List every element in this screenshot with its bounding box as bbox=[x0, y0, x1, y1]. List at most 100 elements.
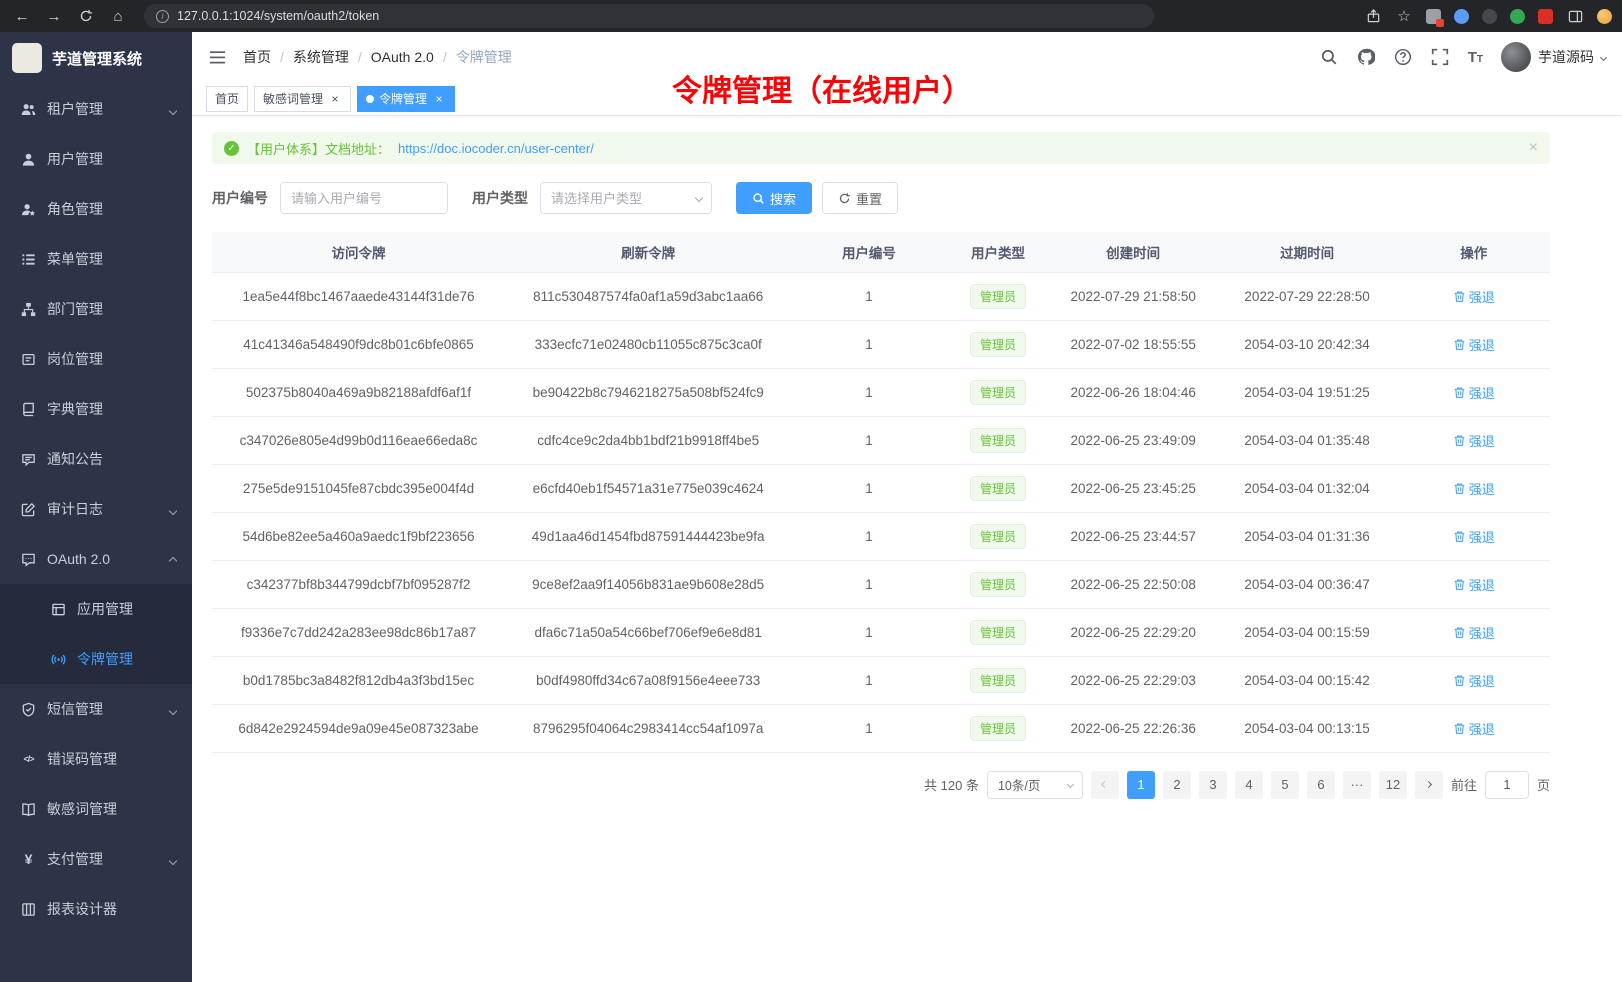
page-size-select[interactable]: 10条/页 bbox=[987, 771, 1083, 799]
reload-button[interactable] bbox=[74, 4, 98, 28]
action-cell: 强退 bbox=[1397, 464, 1550, 512]
breadcrumb-item[interactable]: 系统管理 bbox=[293, 47, 349, 67]
force-logout-button[interactable]: 强退 bbox=[1453, 719, 1495, 738]
doc-alert: ✓ 【用户体系】文档地址： https://doc.iocoder.cn/use… bbox=[212, 132, 1550, 164]
sidebar-item-role[interactable]: 角色管理 bbox=[0, 184, 192, 234]
sidebar-item-menu[interactable]: 菜单管理 bbox=[0, 234, 192, 284]
sidebar-item-dictionary[interactable]: 字典管理 bbox=[0, 384, 192, 434]
sidebar-item-report-designer[interactable]: 报表设计器 bbox=[0, 884, 192, 934]
extension-icon[interactable] bbox=[1454, 9, 1469, 24]
user-id-input[interactable] bbox=[280, 182, 448, 214]
breadcrumb-item[interactable]: 首页 bbox=[243, 47, 271, 67]
question-circle-icon bbox=[1394, 48, 1412, 66]
address-bar[interactable]: i 127.0.0.1:1024/system/oauth2/token bbox=[144, 4, 1154, 28]
prev-page-button[interactable] bbox=[1091, 771, 1119, 799]
access-token-cell: 1ea5e44f8bc1467aaede43144f31de76 bbox=[212, 272, 505, 320]
alert-close-icon[interactable]: × bbox=[1529, 139, 1538, 157]
action-cell: 强退 bbox=[1397, 704, 1550, 752]
org-tree-icon bbox=[20, 301, 37, 318]
force-logout-button[interactable]: 强退 bbox=[1453, 671, 1495, 690]
sidebar-item-payment[interactable]: ¥ 支付管理 bbox=[0, 834, 192, 884]
page-button[interactable]: 5 bbox=[1271, 771, 1299, 799]
share-button[interactable] bbox=[1364, 7, 1382, 25]
sidebar-item-post[interactable]: 岗位管理 bbox=[0, 334, 192, 384]
sidebar-item-label: 审计日志 bbox=[47, 499, 103, 519]
action-cell: 强退 bbox=[1397, 608, 1550, 656]
fullscreen-button[interactable] bbox=[1431, 48, 1450, 67]
sidebar-item-token[interactable]: 令牌管理 bbox=[0, 634, 192, 684]
extension-icon[interactable] bbox=[1510, 9, 1525, 24]
user-type-cell: 管理员 bbox=[947, 272, 1050, 320]
sidebar-item-notice[interactable]: 通知公告 bbox=[0, 434, 192, 484]
force-logout-button[interactable]: 强退 bbox=[1453, 383, 1495, 402]
sidebar-item-oauth[interactable]: OAuth 2.0 bbox=[0, 534, 192, 584]
breadcrumb-item[interactable]: OAuth 2.0 bbox=[371, 49, 434, 65]
sidebar-item-label: 错误码管理 bbox=[47, 749, 117, 769]
search-button[interactable]: 搜索 bbox=[736, 182, 812, 214]
tab-token[interactable]: 令牌管理 × bbox=[357, 86, 455, 112]
force-logout-button[interactable]: 强退 bbox=[1453, 335, 1495, 354]
doc-link[interactable]: https://doc.iocoder.cn/user-center/ bbox=[398, 141, 594, 156]
user-dropdown[interactable]: 芋道源码 bbox=[1501, 42, 1606, 72]
sidebar-item-error-code[interactable]: </> 错误码管理 bbox=[0, 734, 192, 784]
page-button[interactable]: 1 bbox=[1127, 771, 1155, 799]
reset-button[interactable]: 重置 bbox=[822, 182, 898, 214]
sidebar-item-label: 部门管理 bbox=[47, 299, 103, 319]
page-button[interactable]: 2 bbox=[1163, 771, 1191, 799]
avatar bbox=[1501, 42, 1531, 72]
chevron-down-icon bbox=[170, 851, 176, 867]
page-button[interactable]: 3 bbox=[1199, 771, 1227, 799]
github-button[interactable] bbox=[1357, 48, 1376, 67]
force-logout-button[interactable]: 强退 bbox=[1453, 527, 1495, 546]
total-count: 共 120 条 bbox=[924, 775, 979, 794]
tab-home[interactable]: 首页 bbox=[206, 86, 248, 112]
page-button[interactable]: 12 bbox=[1379, 771, 1407, 799]
site-info-icon[interactable]: i bbox=[156, 10, 169, 23]
side-panel-button[interactable] bbox=[1566, 7, 1584, 25]
sidebar-item-sms[interactable]: 短信管理 bbox=[0, 684, 192, 734]
close-icon[interactable]: × bbox=[328, 92, 342, 106]
share-icon bbox=[1366, 9, 1381, 24]
tab-label: 敏感词管理 bbox=[263, 90, 323, 107]
font-size-button[interactable]: TT bbox=[1468, 49, 1483, 66]
help-button[interactable] bbox=[1394, 48, 1413, 67]
user-type-select-input[interactable] bbox=[540, 182, 712, 214]
forward-button[interactable]: → bbox=[42, 4, 66, 28]
force-logout-button[interactable]: 强退 bbox=[1453, 623, 1495, 642]
collapse-menu-button[interactable] bbox=[208, 48, 227, 67]
logo-row[interactable]: 芋道管理系统 bbox=[0, 32, 192, 84]
extension-icon[interactable] bbox=[1426, 9, 1441, 24]
page-button[interactable]: 4 bbox=[1235, 771, 1263, 799]
force-logout-button[interactable]: 强退 bbox=[1453, 479, 1495, 498]
goto-page-input[interactable] bbox=[1485, 771, 1529, 799]
home-button[interactable]: ⌂ bbox=[106, 4, 130, 28]
force-logout-button[interactable]: 强退 bbox=[1453, 431, 1495, 450]
search-button[interactable] bbox=[1320, 48, 1339, 67]
refresh-token-cell: be90422b8c7946218275a508bf524fc9 bbox=[505, 368, 791, 416]
create-time-cell: 2022-06-25 23:45:25 bbox=[1050, 464, 1217, 512]
profile-avatar[interactable] bbox=[1597, 9, 1612, 24]
expire-time-cell: 2054-03-04 00:15:59 bbox=[1217, 608, 1398, 656]
sidebar-item-department[interactable]: 部门管理 bbox=[0, 284, 192, 334]
next-page-button[interactable] bbox=[1415, 771, 1443, 799]
bookmark-star-button[interactable]: ☆ bbox=[1395, 7, 1413, 25]
force-logout-button[interactable]: 强退 bbox=[1453, 287, 1495, 306]
expire-time-cell: 2054-03-04 00:15:42 bbox=[1217, 656, 1398, 704]
page-button[interactable]: 6 bbox=[1307, 771, 1335, 799]
sidebar-item-sensitive-word[interactable]: 敏感词管理 bbox=[0, 784, 192, 834]
sidebar-item-application[interactable]: 应用管理 bbox=[0, 584, 192, 634]
extension-puzzle-icon[interactable] bbox=[1538, 9, 1553, 24]
sidebar-item-tenant[interactable]: 租户管理 bbox=[0, 84, 192, 134]
sidebar-item-label: OAuth 2.0 bbox=[47, 551, 110, 567]
sidebar-item-user[interactable]: 用户管理 bbox=[0, 134, 192, 184]
sidebar-item-audit-log[interactable]: 审计日志 bbox=[0, 484, 192, 534]
force-logout-button[interactable]: 强退 bbox=[1453, 575, 1495, 594]
tab-sensitive-word[interactable]: 敏感词管理 × bbox=[254, 86, 351, 112]
close-icon[interactable]: × bbox=[432, 92, 446, 106]
more-pages-button[interactable]: ··· bbox=[1343, 771, 1371, 799]
user-type-select[interactable] bbox=[540, 182, 712, 214]
user-id-cell: 1 bbox=[791, 656, 946, 704]
column-header: 刷新令牌 bbox=[505, 232, 791, 272]
back-button[interactable]: ← bbox=[10, 4, 34, 28]
extension-icon[interactable] bbox=[1482, 9, 1497, 24]
